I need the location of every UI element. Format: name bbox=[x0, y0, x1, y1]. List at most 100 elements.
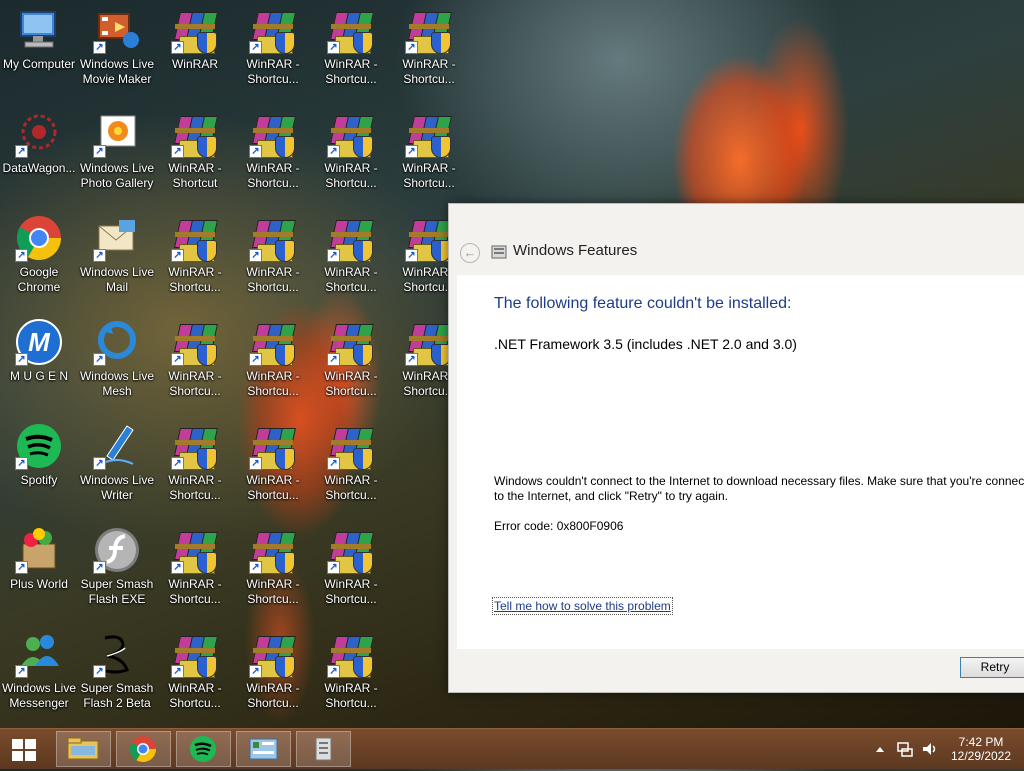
desktop-icon-label: WinRAR - Shortcu... bbox=[246, 369, 300, 398]
desktop-icon-label: Super Smash Flash EXE bbox=[80, 577, 154, 606]
desktop-icon[interactable]: ↗ WinRAR - Shortcu... bbox=[312, 416, 390, 520]
desktop-icon[interactable]: ↗ DataWagon... bbox=[0, 104, 78, 208]
desktop-icon-label: WinRAR - Shortcu... bbox=[402, 161, 456, 190]
winrar-icon: ↗ bbox=[405, 214, 453, 262]
desktop-icon[interactable]: My Computer bbox=[0, 0, 78, 104]
dialog-content: The following feature couldn't be instal… bbox=[457, 275, 1024, 649]
shortcut-arrow-icon: ↗ bbox=[171, 249, 184, 262]
chrome-icon: ↗ bbox=[15, 214, 63, 262]
desktop-icon[interactable]: ↗ WinRAR - Shortcu... bbox=[156, 624, 234, 728]
shortcut-arrow-icon: ↗ bbox=[327, 561, 340, 574]
shortcut-arrow-icon: ↗ bbox=[171, 561, 184, 574]
retry-button[interactable]: Retry bbox=[960, 657, 1024, 678]
desktop-icon[interactable]: ↗ WinRAR bbox=[156, 0, 234, 104]
desktop-icon-label: Google Chrome bbox=[17, 265, 61, 294]
desktop-icon[interactable]: ↗ WinRAR - Shortcu... bbox=[390, 0, 468, 104]
desktop-icon-label: WinRAR - Shortcu... bbox=[168, 577, 222, 606]
desktop-icon[interactable]: ↗ WinRAR - Shortcu... bbox=[234, 416, 312, 520]
taskbar-chrome[interactable] bbox=[116, 731, 171, 767]
desktop-icon[interactable]: ↗ WinRAR - Shortcu... bbox=[234, 0, 312, 104]
desktop-icon[interactable]: ↗ WinRAR - Shortcu... bbox=[234, 624, 312, 728]
desktop-icon[interactable]: ↗ WinRAR - Shortcu... bbox=[234, 104, 312, 208]
winrar-icon: ↗ bbox=[327, 526, 375, 574]
shortcut-arrow-icon: ↗ bbox=[405, 353, 418, 366]
desktop-icon[interactable]: ↗ Super Smash Flash EXE bbox=[78, 520, 156, 624]
chrome-icon bbox=[129, 736, 157, 763]
volume-icon[interactable] bbox=[921, 740, 939, 758]
desktop-icon[interactable]: ↗ WinRAR - Shortcut bbox=[156, 104, 234, 208]
clock[interactable]: 7:42 PM 12/29/2022 bbox=[946, 735, 1016, 763]
photo-gallery-icon: ↗ bbox=[93, 110, 141, 158]
shortcut-arrow-icon: ↗ bbox=[93, 457, 106, 470]
desktop-icon[interactable]: ↗ Windows Live Mail bbox=[78, 208, 156, 312]
desktop-icon-label: WinRAR - Shortcu... bbox=[246, 265, 300, 294]
desktop-icon[interactable]: ↗ WinRAR - Shortcu... bbox=[156, 520, 234, 624]
desktop-icon[interactable]: ↗ WinRAR - Shortcu... bbox=[234, 312, 312, 416]
desktop-icon[interactable]: ↗ Windows Live Mesh bbox=[78, 312, 156, 416]
shortcut-arrow-icon: ↗ bbox=[171, 457, 184, 470]
desktop-icon[interactable]: ↗ WinRAR - Shortcu... bbox=[312, 0, 390, 104]
shortcut-arrow-icon: ↗ bbox=[93, 665, 106, 678]
desktop-icon[interactable]: ↗ WinRAR - Shortcu... bbox=[312, 624, 390, 728]
desktop-icon-label: Windows Live Mesh bbox=[79, 369, 155, 398]
desktop-icon[interactable]: ↗ WinRAR - Shortcu... bbox=[312, 208, 390, 312]
help-link[interactable]: Tell me how to solve this problem bbox=[492, 597, 673, 615]
desktop-icon[interactable]: ↗ WinRAR - Shortcu... bbox=[390, 104, 468, 208]
desktop-icon[interactable]: ↗ Super Smash Flash 2 Beta bbox=[78, 624, 156, 728]
shortcut-arrow-icon: ↗ bbox=[15, 665, 28, 678]
desktop-icon[interactable]: ↗ WinRAR - Shortcu... bbox=[312, 104, 390, 208]
shortcut-arrow-icon: ↗ bbox=[249, 665, 262, 678]
desktop-icon-label: Spotify bbox=[20, 473, 58, 487]
desktop-icon[interactable]: ↗ Google Chrome bbox=[0, 208, 78, 312]
desktop-icon[interactable]: ↗ WinRAR - Shortcu... bbox=[156, 416, 234, 520]
taskbar-spotify[interactable] bbox=[176, 731, 231, 767]
taskbar-control-panel[interactable] bbox=[236, 731, 291, 767]
desktop-icon[interactable]: ↗ WinRAR - Shortcu... bbox=[312, 312, 390, 416]
desktop-icon[interactable]: ↗ Spotify bbox=[0, 416, 78, 520]
desktop-icon-label: WinRAR - Shortcu... bbox=[402, 57, 456, 86]
messenger-icon: ↗ bbox=[15, 630, 63, 678]
control-panel-icon bbox=[249, 738, 278, 760]
live-mesh-icon: ↗ bbox=[93, 318, 141, 366]
taskbar-file-explorer[interactable] bbox=[56, 731, 111, 767]
network-icon[interactable] bbox=[896, 740, 914, 758]
desktop-icon[interactable]: ↗ Plus World bbox=[0, 520, 78, 624]
shortcut-arrow-icon: ↗ bbox=[327, 353, 340, 366]
winrar-icon: ↗ bbox=[327, 318, 375, 366]
feature-name: .NET Framework 3.5 (includes .NET 2.0 an… bbox=[494, 336, 797, 352]
datawagon-icon: ↗ bbox=[15, 110, 63, 158]
desktop-icon[interactable]: ↗ Windows Live Photo Gallery bbox=[78, 104, 156, 208]
shortcut-arrow-icon: ↗ bbox=[249, 457, 262, 470]
desktop-icon[interactable]: ↗ WinRAR - Shortcu... bbox=[156, 208, 234, 312]
desktop-icon[interactable]: ↗ Windows Live Movie Maker bbox=[78, 0, 156, 104]
desktop-icon[interactable]: ↗ WinRAR - Shortcu... bbox=[156, 312, 234, 416]
clock-time: 7:42 PM bbox=[958, 735, 1004, 749]
desktop-icon-label: Windows Live Writer bbox=[79, 473, 155, 502]
desktop-icon-label: Windows Live Movie Maker bbox=[79, 57, 155, 86]
shortcut-arrow-icon: ↗ bbox=[15, 561, 28, 574]
desktop-icon[interactable]: M ↗ M U G E N bbox=[0, 312, 78, 416]
desktop-icon-label: WinRAR - Shortcu... bbox=[246, 577, 300, 606]
start-button[interactable] bbox=[0, 729, 48, 769]
winrar-icon: ↗ bbox=[249, 6, 297, 54]
desktop-icon[interactable]: ↗ Windows Live Writer bbox=[78, 416, 156, 520]
winrar-icon: ↗ bbox=[249, 214, 297, 262]
shortcut-arrow-icon: ↗ bbox=[249, 561, 262, 574]
desktop-icon[interactable]: ↗ WinRAR - Shortcu... bbox=[312, 520, 390, 624]
shortcut-arrow-icon: ↗ bbox=[15, 249, 28, 262]
desktop-icon[interactable]: ↗ WinRAR - Shortcu... bbox=[234, 520, 312, 624]
taskbar-windows-features[interactable] bbox=[296, 731, 351, 767]
desktop-icon-label: Windows Live Photo Gallery bbox=[79, 161, 155, 190]
desktop-icon[interactable]: ↗ WinRAR - Shortcu... bbox=[234, 208, 312, 312]
desktop-icon[interactable]: ↗ Windows Live Messenger bbox=[0, 624, 78, 728]
windows-features-dialog: ← Windows Features The following feature… bbox=[448, 203, 1024, 693]
winrar-icon: ↗ bbox=[405, 6, 453, 54]
plus-world-icon: ↗ bbox=[15, 526, 63, 574]
shortcut-arrow-icon: ↗ bbox=[93, 249, 106, 262]
desktop-icon-label: WinRAR - Shortcu... bbox=[246, 473, 300, 502]
show-hidden-icons-icon[interactable] bbox=[874, 743, 886, 755]
back-arrow-icon[interactable]: ← bbox=[460, 243, 480, 263]
winrar-icon: ↗ bbox=[405, 318, 453, 366]
clock-date: 12/29/2022 bbox=[950, 749, 1012, 763]
winrar-icon: ↗ bbox=[327, 630, 375, 678]
